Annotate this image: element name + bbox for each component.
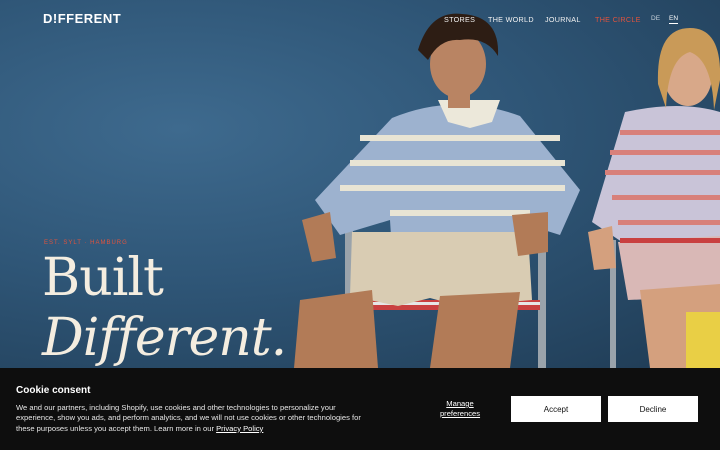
manage-preferences-link[interactable]: Manage preferences [430,399,490,419]
cookie-body-text: We and our partners, including Shopify, … [16,403,361,433]
hero-headline-line2: Different. [42,308,287,368]
nav-link-stores[interactable]: STORES [444,15,475,24]
cookie-consent-banner: Cookie consent We and our partners, incl… [0,368,720,450]
nav-link-the-world[interactable]: THE WORLD [488,15,534,24]
cookie-title: Cookie consent [16,385,91,396]
privacy-policy-link[interactable]: Privacy Policy [216,424,263,433]
model-woman [588,28,720,368]
language-de[interactable]: DE [651,15,660,22]
hero-headline-line1: Built [42,248,164,308]
top-nav: D!FFERENT STORES THE WORLD JOURNAL THE C… [0,0,720,40]
nav-link-the-circle[interactable]: THE CIRCLE [595,15,641,24]
hero-eyebrow: EST. SYLT · HAMBURG [44,240,128,246]
brand-logo[interactable]: D!FFERENT [43,11,121,26]
decline-button[interactable]: Decline [608,396,698,422]
model-man [294,13,580,368]
cookie-description: We and our partners, including Shopify, … [16,403,376,434]
language-en[interactable]: EN [669,15,679,24]
hero-section: D!FFERENT STORES THE WORLD JOURNAL THE C… [0,0,720,368]
nav-link-journal[interactable]: JOURNAL [545,15,581,24]
accept-button[interactable]: Accept [511,396,601,422]
